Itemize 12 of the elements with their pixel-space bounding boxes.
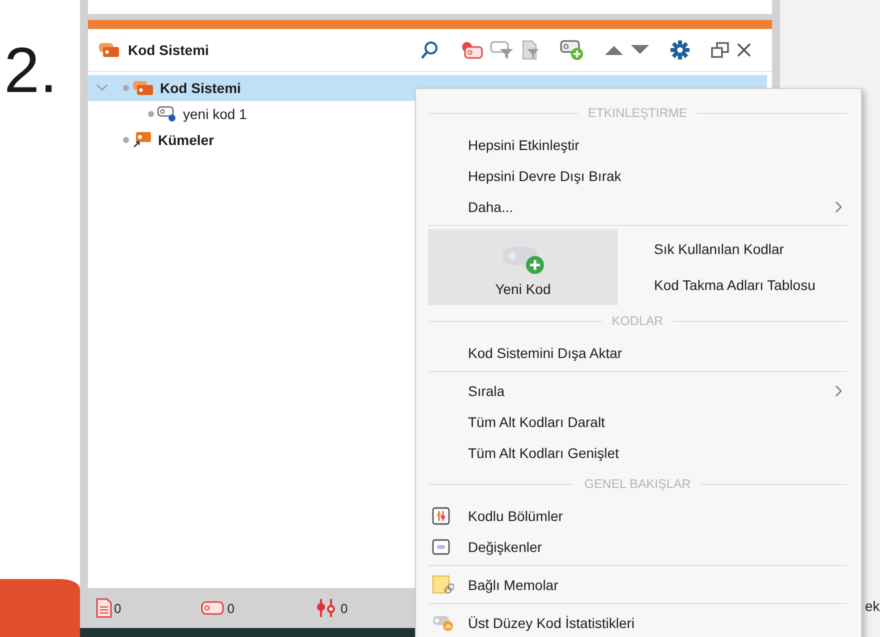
side-label: ek: [865, 598, 880, 614]
section-header: GENEL BAKIŞLAR: [584, 477, 691, 491]
count-label: 0: [114, 600, 122, 616]
step-number: 2.: [4, 38, 58, 102]
panel-title: Kod Sistemi: [128, 42, 209, 58]
tree-label: yeni kod 1: [183, 106, 247, 122]
count-label: 0: [340, 600, 348, 616]
section-header: KODLAR: [612, 314, 664, 328]
tree-label: Kod Sistemi: [160, 80, 241, 96]
tree-label: Kümeler: [158, 132, 214, 148]
section-header: ETKINLEŞTIRME: [588, 106, 688, 120]
count-label: 0: [227, 600, 234, 616]
